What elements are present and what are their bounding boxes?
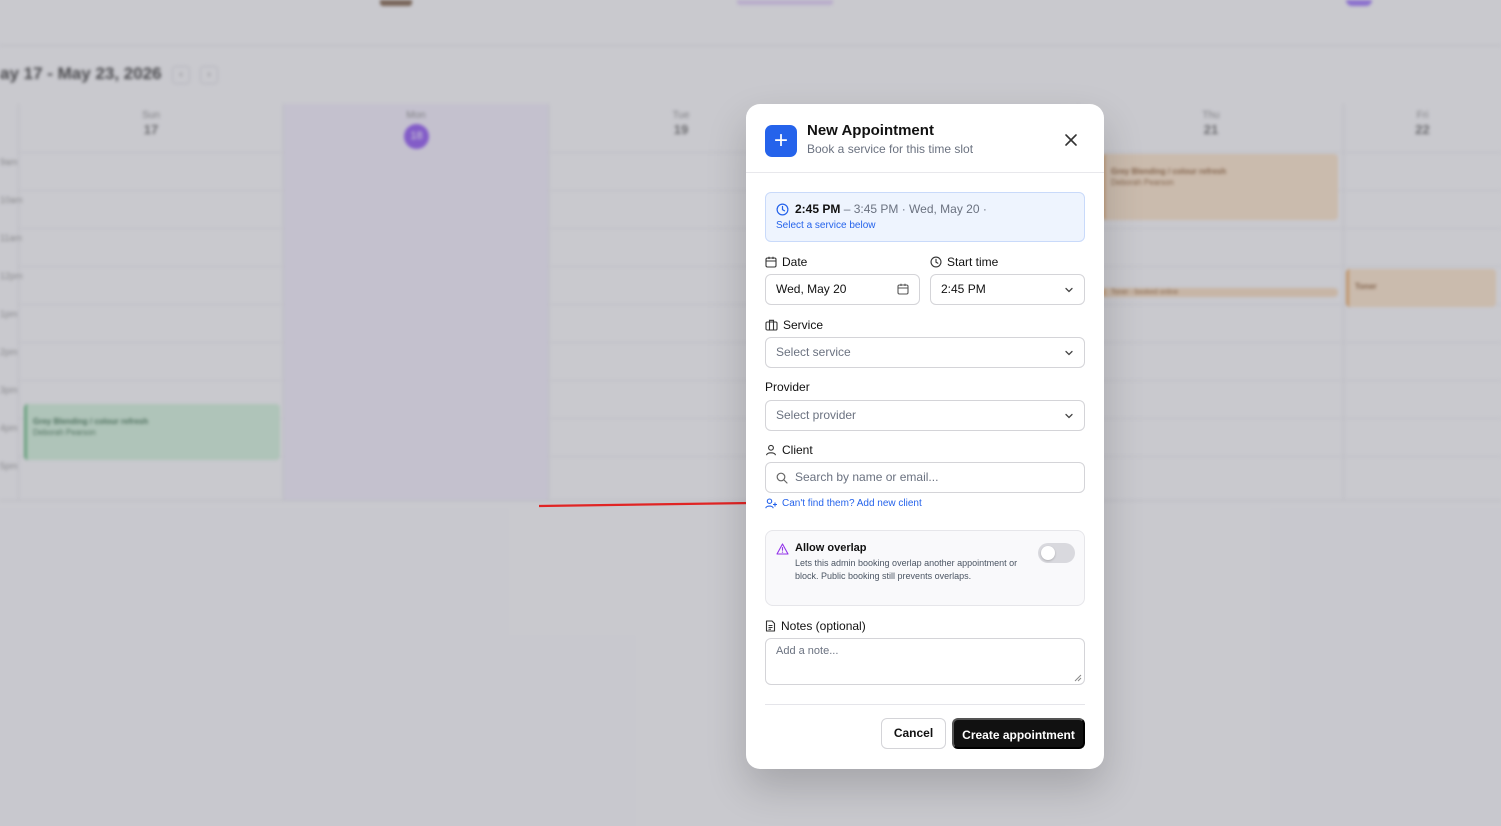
close-icon[interactable] bbox=[1064, 133, 1078, 147]
resize-handle-icon[interactable] bbox=[1074, 674, 1082, 682]
search-icon bbox=[776, 472, 788, 484]
start-time-value: 2:45 PM bbox=[941, 282, 986, 296]
start-time-select[interactable]: 2:45 PM bbox=[930, 274, 1085, 305]
service-placeholder: Select service bbox=[776, 345, 851, 359]
warning-icon bbox=[776, 543, 789, 555]
allow-overlap-toggle[interactable] bbox=[1038, 543, 1075, 563]
user-plus-icon bbox=[765, 498, 777, 509]
client-label-text: Client bbox=[782, 443, 813, 457]
user-icon bbox=[765, 444, 777, 456]
allow-overlap-title: Allow overlap bbox=[795, 542, 867, 554]
new-appointment-dialog: + New Appointment Book a service for thi… bbox=[746, 104, 1104, 769]
clock-icon bbox=[930, 256, 942, 268]
select-service-hint: Select a service below bbox=[776, 220, 876, 231]
date-value: Wed, May 20 bbox=[776, 282, 847, 296]
provider-label: Provider bbox=[765, 380, 810, 394]
allow-overlap-description: Lets this admin booking overlap another … bbox=[795, 558, 1018, 581]
client-label: Client bbox=[765, 443, 813, 457]
notes-placeholder: Add a note... bbox=[776, 645, 839, 657]
date-field[interactable]: Wed, May 20 bbox=[765, 274, 920, 305]
provider-select[interactable]: Select provider bbox=[765, 400, 1085, 431]
dialog-title: New Appointment bbox=[807, 122, 934, 139]
chevron-down-icon bbox=[1065, 413, 1073, 419]
footer-divider bbox=[765, 704, 1085, 705]
allow-overlap-panel: Allow overlap Lets this admin booking ov… bbox=[765, 530, 1085, 606]
briefcase-icon bbox=[765, 319, 778, 331]
dialog-header: + New Appointment Book a service for thi… bbox=[746, 104, 1104, 173]
clock-icon bbox=[776, 203, 789, 216]
cancel-button[interactable]: Cancel bbox=[881, 718, 946, 749]
client-search-placeholder: Search by name or email... bbox=[795, 470, 939, 484]
annotation-arrow bbox=[538, 497, 765, 509]
date-label-text: Date bbox=[782, 255, 808, 269]
service-label-text: Service bbox=[783, 318, 824, 332]
notes-label: Notes (optional) bbox=[765, 619, 866, 633]
notes-textarea[interactable]: Add a note... bbox=[765, 638, 1085, 685]
add-new-client-text: Can't find them? Add new client bbox=[782, 498, 922, 509]
slot-details: – 3:45 PM · Wed, May 20 · bbox=[840, 202, 987, 216]
slot-start: 2:45 PM bbox=[795, 202, 841, 216]
client-search-input[interactable]: Search by name or email... bbox=[765, 462, 1085, 493]
chevron-down-icon bbox=[1065, 287, 1073, 293]
start-time-label: Start time bbox=[930, 255, 998, 269]
chevron-down-icon bbox=[1065, 350, 1073, 356]
provider-placeholder: Select provider bbox=[776, 408, 857, 422]
time-slot-range: 2:45 PM – 3:45 PM · Wed, May 20 · bbox=[795, 202, 987, 216]
date-label: Date bbox=[765, 255, 807, 269]
add-new-client-link[interactable]: Can't find them? Add new client bbox=[765, 498, 922, 509]
create-appointment-button[interactable]: Create appointment bbox=[952, 718, 1085, 749]
toggle-knob bbox=[1041, 546, 1055, 560]
calendar-icon bbox=[765, 256, 777, 268]
service-label: Service bbox=[765, 318, 823, 332]
plus-icon: + bbox=[765, 125, 797, 157]
start-time-label-text: Start time bbox=[947, 255, 999, 269]
calendar-picker-icon[interactable] bbox=[897, 283, 909, 295]
service-select[interactable]: Select service bbox=[765, 337, 1085, 368]
provider-label-text: Provider bbox=[765, 380, 810, 394]
notes-label-text: Notes (optional) bbox=[781, 619, 866, 633]
dialog-subtitle: Book a service for this time slot bbox=[807, 142, 974, 156]
document-icon bbox=[765, 620, 776, 632]
time-slot-summary: 2:45 PM – 3:45 PM · Wed, May 20 · Select… bbox=[765, 192, 1085, 242]
